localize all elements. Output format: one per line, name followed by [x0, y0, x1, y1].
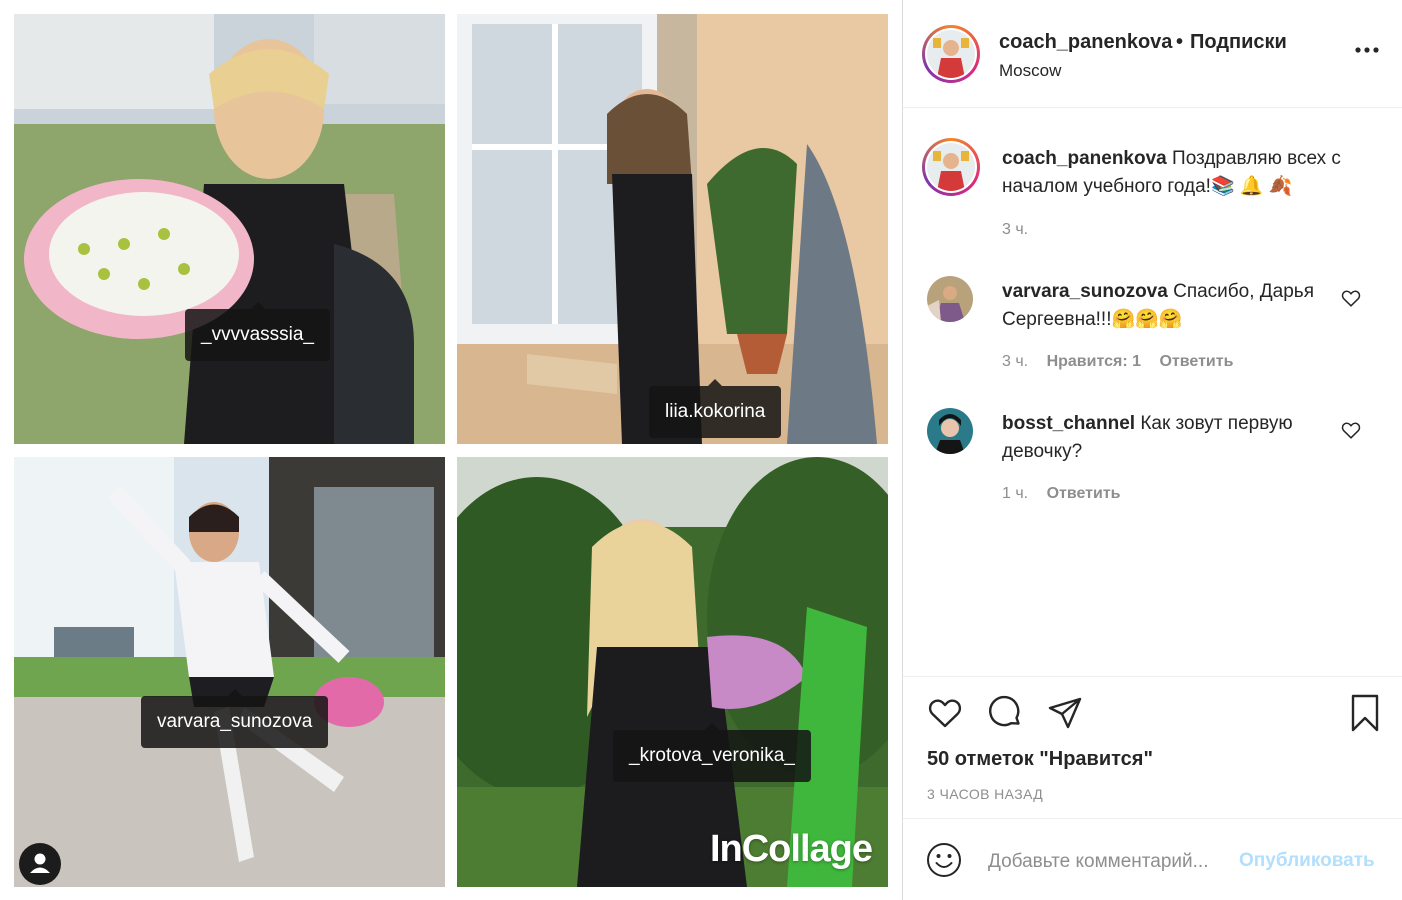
following-button[interactable]: Подписки: [1190, 31, 1287, 54]
photo-tile-3[interactable]: varvara_sunozova: [14, 457, 445, 887]
comment-body: bosst_channel Как зовут первую девочку?: [1002, 410, 1332, 466]
comments-list[interactable]: coach_panenkova Поздравляю всех с начало…: [903, 108, 1402, 676]
heart-icon[interactable]: [1340, 287, 1362, 309]
user-tag[interactable]: _vvvvasssia_: [185, 302, 330, 361]
more-horizontal-icon[interactable]: [1352, 40, 1382, 60]
comment-input[interactable]: [986, 845, 1235, 879]
avatar[interactable]: [922, 25, 980, 83]
photo-girl-with-flag: [457, 457, 888, 887]
avatar[interactable]: [927, 408, 973, 454]
comment-body: varvara_sunozova Спасибо, Дарья Сергеевн…: [1002, 278, 1332, 334]
comment-icon[interactable]: [985, 693, 1025, 733]
comment-meta: 1 ч. Ответить: [1002, 485, 1121, 503]
comment-time[interactable]: 3 ч.: [1002, 353, 1028, 370]
publish-button[interactable]: Опубликовать: [1239, 850, 1375, 872]
photo-tile-2[interactable]: liia.kokorina: [457, 14, 888, 444]
header-username[interactable]: coach_panenkova: [999, 31, 1172, 54]
location-link[interactable]: Moscow: [999, 61, 1061, 81]
share-icon[interactable]: [1045, 693, 1085, 733]
post-timestamp[interactable]: 3 ЧАСОВ НАЗАД: [927, 786, 1043, 802]
comment-username[interactable]: bosst_channel: [1002, 413, 1135, 434]
bookmark-icon[interactable]: [1345, 693, 1385, 733]
comment-likes[interactable]: Нравится: 1: [1047, 353, 1141, 370]
heart-icon[interactable]: [1340, 419, 1362, 441]
post-actions: 50 отметок "Нравится" 3 ЧАСОВ НАЗАД: [903, 676, 1402, 818]
photo-tile-1[interactable]: _vvvvasssia_: [14, 14, 445, 444]
watermark-text: InCollage: [709, 828, 873, 870]
comment-username[interactable]: varvara_sunozova: [1002, 281, 1168, 302]
caption-time[interactable]: 3 ч.: [1002, 221, 1028, 239]
heart-icon[interactable]: [925, 693, 965, 733]
reply-button[interactable]: Ответить: [1047, 485, 1121, 502]
avatar[interactable]: [922, 138, 980, 196]
photo-girl-with-flowers: [14, 14, 445, 444]
emoji-icon[interactable]: [925, 841, 963, 879]
user-tag[interactable]: liia.kokorina: [649, 379, 782, 438]
avatar[interactable]: [927, 276, 973, 322]
comment-meta: 3 ч. Нравится: 1 Ответить: [1002, 353, 1233, 371]
person-icon[interactable]: [19, 843, 61, 885]
user-tag[interactable]: _krotova_veronika_: [613, 723, 811, 782]
post-panel: coach_panenkova • Подписки Moscow coach_…: [902, 0, 1402, 900]
caption-username[interactable]: coach_panenkova: [1002, 148, 1167, 169]
photo-tile-4[interactable]: _krotova_veronika_ InCollage: [457, 457, 888, 887]
add-comment-bar: Опубликовать: [903, 818, 1402, 900]
user-tag[interactable]: varvara_sunozova: [141, 689, 329, 748]
separator-dot: •: [1176, 31, 1184, 53]
post-media[interactable]: _vvvvasssia_ liia.kokorina varvara_sunoz…: [0, 0, 902, 900]
likes-count[interactable]: 50 отметок "Нравится": [927, 748, 1153, 771]
post-header: coach_panenkova • Подписки Moscow: [903, 0, 1402, 108]
photo-girl-by-window: [457, 14, 888, 444]
caption: coach_panenkova Поздравляю всех с начало…: [1002, 145, 1372, 201]
reply-button[interactable]: Ответить: [1159, 353, 1233, 370]
photo-girl-posing: [14, 457, 445, 887]
comment-time[interactable]: 1 ч.: [1002, 485, 1028, 502]
